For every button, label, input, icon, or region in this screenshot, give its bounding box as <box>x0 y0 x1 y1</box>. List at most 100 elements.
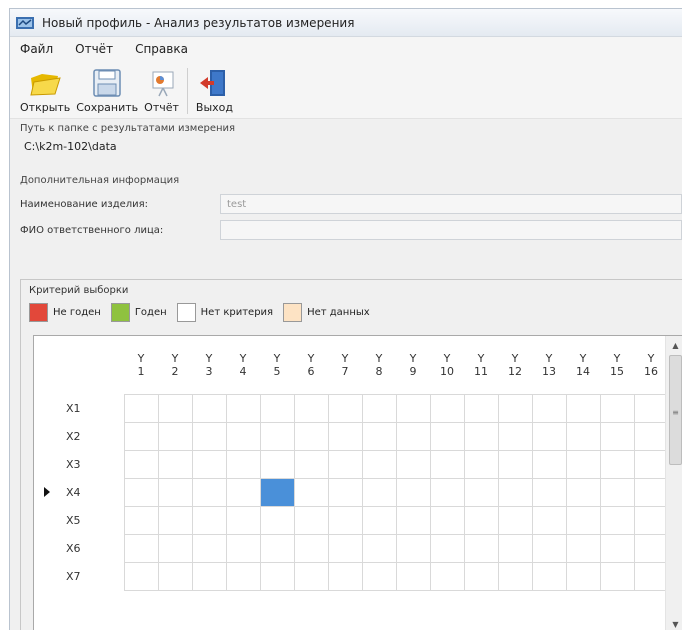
grid-cell[interactable] <box>599 505 635 535</box>
grid-cell[interactable] <box>497 421 533 451</box>
grid-cell[interactable] <box>123 393 159 423</box>
grid-cell[interactable] <box>225 449 261 479</box>
path-value[interactable]: C:\k2m-102\data <box>20 140 682 153</box>
grid-cell[interactable] <box>463 393 499 423</box>
grid-cell[interactable] <box>429 393 465 423</box>
grid-cell[interactable] <box>565 477 601 507</box>
grid-cell[interactable] <box>225 393 261 423</box>
row-header[interactable]: X1 <box>34 394 124 422</box>
grid-cell[interactable] <box>497 505 533 535</box>
grid-cell[interactable] <box>395 449 431 479</box>
grid-cell[interactable] <box>633 421 669 451</box>
grid-cell[interactable] <box>191 561 227 591</box>
column-header[interactable]: Y3 <box>192 336 226 394</box>
grid-cell[interactable] <box>123 477 159 507</box>
column-header[interactable]: Y2 <box>158 336 192 394</box>
grid-cell[interactable] <box>395 393 431 423</box>
grid-cell[interactable] <box>293 561 329 591</box>
grid-cell[interactable] <box>259 449 295 479</box>
grid-cell[interactable] <box>191 533 227 563</box>
grid-cell[interactable] <box>327 477 363 507</box>
grid-cell[interactable] <box>633 533 669 563</box>
menu-help[interactable]: Справка <box>135 42 188 56</box>
grid-cell[interactable] <box>633 561 669 591</box>
grid-cell[interactable] <box>497 393 533 423</box>
grid-cell[interactable] <box>259 393 295 423</box>
scroll-down-arrow-icon[interactable]: ▼ <box>666 615 682 630</box>
grid-cell[interactable] <box>463 421 499 451</box>
column-header[interactable]: Y 12 <box>498 336 532 394</box>
exit-button[interactable]: Выход <box>196 68 233 118</box>
column-header[interactable]: Y 11 <box>464 336 498 394</box>
column-header[interactable]: Y6 <box>294 336 328 394</box>
grid-cell[interactable] <box>123 505 159 535</box>
grid-cell[interactable] <box>463 449 499 479</box>
column-header[interactable]: Y9 <box>396 336 430 394</box>
grid-cell[interactable] <box>395 477 431 507</box>
grid-cell[interactable] <box>531 449 567 479</box>
grid-cell[interactable] <box>565 561 601 591</box>
grid-cell[interactable] <box>293 505 329 535</box>
grid-cell[interactable] <box>225 533 261 563</box>
grid-cell[interactable] <box>497 561 533 591</box>
grid-cell[interactable] <box>123 449 159 479</box>
grid-cell[interactable] <box>497 449 533 479</box>
grid-cell[interactable] <box>531 477 567 507</box>
scroll-thumb[interactable]: ≡ <box>669 355 682 465</box>
grid-cell[interactable] <box>599 449 635 479</box>
grid-cell[interactable] <box>191 421 227 451</box>
grid-cell[interactable] <box>531 533 567 563</box>
grid-cell[interactable] <box>633 477 669 507</box>
column-header[interactable]: Y4 <box>226 336 260 394</box>
grid-cell[interactable] <box>225 421 261 451</box>
grid-cell[interactable] <box>293 533 329 563</box>
grid-cell[interactable] <box>361 533 397 563</box>
vertical-scrollbar[interactable]: ▲ ≡ ▼ <box>665 336 682 630</box>
grid-cell[interactable] <box>599 393 635 423</box>
grid-cell[interactable] <box>123 561 159 591</box>
grid-cell[interactable] <box>293 393 329 423</box>
column-header[interactable]: Y 16 <box>634 336 668 394</box>
grid-cell[interactable] <box>327 533 363 563</box>
grid-cell[interactable] <box>429 449 465 479</box>
grid-cell[interactable] <box>599 561 635 591</box>
save-button[interactable]: Сохранить <box>76 68 138 118</box>
grid-cell[interactable] <box>531 393 567 423</box>
grid-cell[interactable] <box>599 421 635 451</box>
report-button[interactable]: Отчёт <box>144 68 179 118</box>
grid-cell[interactable] <box>157 505 193 535</box>
grid-cell[interactable] <box>599 533 635 563</box>
grid-cell[interactable] <box>565 505 601 535</box>
grid-cell[interactable] <box>327 393 363 423</box>
grid-cell[interactable] <box>395 505 431 535</box>
grid-cell[interactable] <box>361 449 397 479</box>
column-header[interactable]: Y8 <box>362 336 396 394</box>
column-header[interactable]: Y1 <box>124 336 158 394</box>
grid-cell[interactable] <box>225 477 261 507</box>
column-header[interactable]: Y 15 <box>600 336 634 394</box>
grid-cell[interactable] <box>361 393 397 423</box>
grid-cell[interactable] <box>327 505 363 535</box>
grid-cell[interactable] <box>157 561 193 591</box>
grid-cell[interactable] <box>361 505 397 535</box>
column-header[interactable]: Y5 <box>260 336 294 394</box>
grid-cell[interactable] <box>633 393 669 423</box>
grid-cell[interactable] <box>395 561 431 591</box>
grid-cell[interactable] <box>395 421 431 451</box>
grid-cell[interactable] <box>157 533 193 563</box>
grid-cell[interactable] <box>327 449 363 479</box>
grid-cell[interactable] <box>429 561 465 591</box>
grid-cell[interactable] <box>191 393 227 423</box>
grid-cell[interactable] <box>191 505 227 535</box>
grid-cell[interactable] <box>157 393 193 423</box>
row-header[interactable]: X3 <box>34 450 124 478</box>
grid-cell[interactable] <box>327 421 363 451</box>
column-header[interactable]: Y 13 <box>532 336 566 394</box>
grid-cell[interactable] <box>463 561 499 591</box>
grid-cell[interactable] <box>225 505 261 535</box>
grid-cell[interactable] <box>395 533 431 563</box>
grid-cell[interactable] <box>429 533 465 563</box>
product-name-input[interactable] <box>220 194 682 214</box>
row-header[interactable]: X6 <box>34 534 124 562</box>
grid-cell[interactable] <box>497 477 533 507</box>
